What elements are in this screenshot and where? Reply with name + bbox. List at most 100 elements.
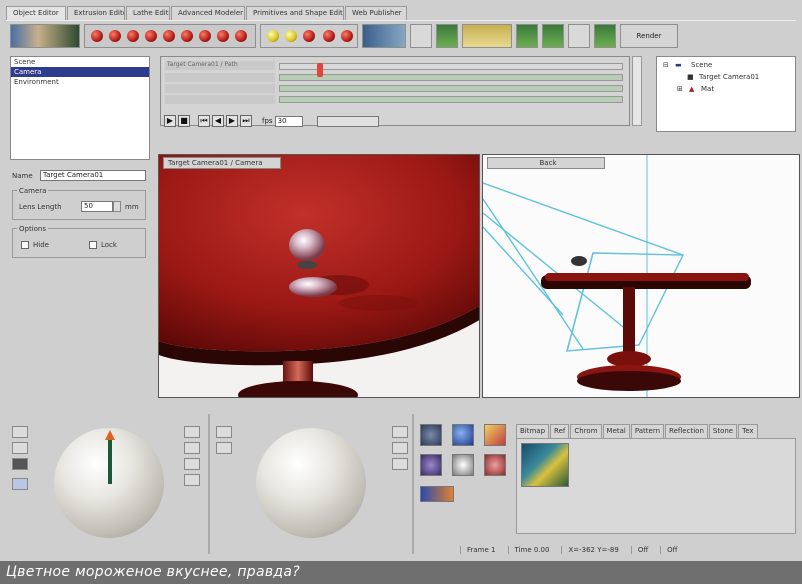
image-tool-button[interactable]	[516, 23, 538, 48]
timeline-track[interactable]	[279, 96, 623, 103]
material-thumb[interactable]	[420, 424, 442, 446]
side-button[interactable]	[392, 426, 408, 438]
material-thumb[interactable]	[452, 454, 474, 476]
object-icon: ▲	[689, 85, 695, 93]
hide-checkbox[interactable]	[21, 241, 29, 249]
list-item[interactable]: Scene	[11, 57, 149, 67]
back-viewport[interactable]: Back	[482, 154, 800, 398]
tab-tex[interactable]: Tex	[738, 424, 758, 438]
list-item[interactable]: Environment	[11, 77, 149, 87]
app-window: Object Editor Extrusion Editor Lathe Edi…	[0, 0, 802, 584]
tree-item-mat[interactable]: Mat	[701, 85, 714, 93]
divider	[208, 414, 210, 554]
tab-ref[interactable]: Ref	[550, 424, 570, 438]
yellow-material-balls-button[interactable]	[260, 23, 358, 48]
tab-stone[interactable]: Stone	[708, 424, 738, 438]
texture-tool-button[interactable]	[462, 23, 512, 48]
material-thumb[interactable]	[420, 486, 454, 502]
camera-view-button[interactable]	[12, 458, 28, 470]
side-button[interactable]	[216, 426, 232, 438]
material-thumb[interactable]	[452, 424, 474, 446]
camera-viewport[interactable]: Target Camera01 / Camera	[158, 154, 480, 398]
last-frame-button[interactable]: ⏭	[240, 115, 252, 127]
trackball-button[interactable]	[12, 478, 28, 490]
tree-item-camera[interactable]: Target Camera01	[699, 73, 759, 81]
camera-group-title: Camera	[17, 187, 49, 195]
landscape-tool-button[interactable]	[542, 23, 564, 48]
timeline-row-label	[165, 84, 275, 93]
side-button[interactable]	[392, 458, 408, 470]
tab-reflection[interactable]: Reflection	[665, 424, 708, 438]
side-button[interactable]	[184, 426, 200, 438]
first-frame-button[interactable]: ⏮	[198, 115, 210, 127]
wireframe-scene	[483, 155, 799, 397]
fps-field[interactable]: 30	[274, 115, 303, 127]
tab-advanced-modeler[interactable]: Advanced Modeler	[171, 6, 245, 20]
prev-frame-button[interactable]: ◀	[212, 115, 224, 127]
lens-unit-label: mm	[125, 203, 139, 211]
tab-metal[interactable]: Metal	[602, 424, 630, 438]
side-button[interactable]	[184, 442, 200, 454]
status-time: Time 0.00	[507, 546, 556, 554]
material-thumb[interactable]	[484, 454, 506, 476]
tab-extrusion-editor[interactable]: Extrusion Editor	[67, 6, 125, 20]
camera-direction-icon	[105, 430, 115, 484]
red-material-balls-button[interactable]	[84, 23, 256, 48]
timeline-track[interactable]	[279, 74, 623, 81]
light-tool-button[interactable]	[436, 23, 458, 48]
lens-length-field[interactable]: 50	[81, 201, 113, 212]
tree-expand-icon[interactable]: ⊞	[677, 85, 683, 93]
timeline-scrollbar[interactable]	[632, 56, 642, 126]
status-coords: X=-362 Y=-89	[561, 546, 624, 554]
timeline-row-label	[165, 73, 275, 82]
tree-expand-icon[interactable]: ⊟	[663, 61, 669, 69]
blank-tool-button-2[interactable]	[568, 23, 590, 48]
divider	[412, 414, 414, 554]
side-button[interactable]	[184, 474, 200, 486]
camera-icon: ■	[687, 73, 694, 81]
hide-label: Hide	[33, 241, 49, 249]
trackball-button[interactable]	[12, 426, 28, 438]
tab-primitives-shape-editor[interactable]: Primitives and Shape Editor	[246, 6, 344, 20]
status-mode: Off	[630, 546, 654, 554]
options-group-title: Options	[17, 225, 49, 233]
side-button[interactable]	[216, 442, 232, 454]
lens-stepper[interactable]	[113, 201, 121, 212]
trackball-button[interactable]	[12, 442, 28, 454]
tab-web-publisher[interactable]: Web Publisher	[345, 6, 407, 20]
render-button[interactable]: Render	[620, 23, 678, 48]
transport-controls: ▶ ■ ⏮ ◀ ▶ ⏭ fps 30	[160, 112, 630, 130]
tab-lathe-editor[interactable]: Lathe Editor	[126, 6, 170, 20]
side-button[interactable]	[392, 442, 408, 454]
tab-object-editor[interactable]: Object Editor	[6, 6, 66, 20]
fps-label: fps	[262, 117, 273, 125]
properties-panel: Name Target Camera01 Camera Lens Length …	[10, 168, 150, 400]
tab-bitmap[interactable]: Bitmap	[516, 424, 550, 438]
next-frame-button[interactable]: ▶	[226, 115, 238, 127]
tree-item-scene[interactable]: Scene	[691, 61, 712, 69]
left-viewport-title[interactable]: Target Camera01 / Camera	[163, 157, 281, 169]
timeline-track[interactable]	[279, 85, 623, 92]
blank-tool-button[interactable]	[410, 23, 432, 48]
timeline-ruler[interactable]	[279, 63, 623, 70]
tab-pattern[interactable]: Pattern	[630, 424, 665, 438]
right-viewport-title[interactable]: Back	[487, 157, 605, 169]
environment-button[interactable]	[362, 23, 406, 48]
scene-thumbnails-button[interactable]	[10, 23, 80, 48]
list-item-selected[interactable]: Camera	[11, 67, 149, 77]
side-button[interactable]	[184, 458, 200, 470]
lock-checkbox[interactable]	[89, 241, 97, 249]
tab-chrome[interactable]: Chrom	[570, 424, 602, 438]
stop-button[interactable]: ■	[178, 115, 190, 127]
bitmap-thumbnail[interactable]	[521, 443, 569, 487]
camera-group: Camera Lens Length 50 mm	[12, 187, 146, 220]
material-thumb[interactable]	[420, 454, 442, 476]
play-button[interactable]: ▶	[164, 115, 176, 127]
material-thumb[interactable]	[484, 424, 506, 446]
camera-tool-button[interactable]	[594, 23, 616, 48]
name-field[interactable]: Target Camera01	[40, 170, 146, 181]
keyframe-marker[interactable]	[317, 63, 323, 77]
timeline-zoom-slider[interactable]	[316, 115, 379, 127]
light-trackball[interactable]	[256, 428, 366, 538]
lens-length-label: Lens Length	[19, 203, 62, 211]
